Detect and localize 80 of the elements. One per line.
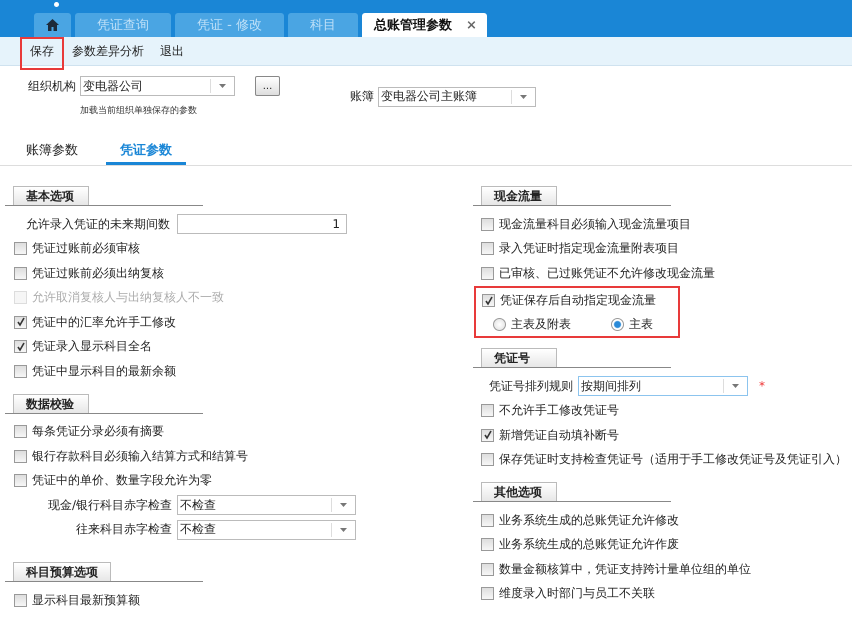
checkbox[interactable] [481,538,494,552]
checkbox[interactable] [14,340,27,354]
browse-button[interactable]: ... [255,76,280,96]
checkbox[interactable] [481,587,494,600]
checkbox-label: 录入凭证时指定现金流量附表项目 [499,240,679,258]
hint-text: 加载当前组织单独保存的参数 [80,104,198,117]
toolbar-button[interactable]: 参数差异分析 [64,37,152,65]
tab[interactable]: 总账管理参数 × [362,13,487,37]
required-marker: * [759,379,765,394]
section-title: 现金流量 [481,186,557,205]
section-title: 科目预算选项 [13,562,111,581]
checkbox[interactable] [482,294,495,308]
checkbox[interactable] [14,242,27,256]
checkbox-label: 现金流量科目必须输入现金流量项目 [499,216,691,233]
dropdown-field[interactable]: 不检查 [177,520,356,540]
dropdown-arrow-icon[interactable] [520,94,527,98]
checkbox-label: 凭证中的汇率允许手工修改 [32,314,176,331]
checkbox[interactable] [14,594,27,607]
section-title: 数据校验 [13,394,89,412]
radio-label: 主表及附表 [511,316,571,332]
checkbox[interactable] [481,453,494,466]
close-icon[interactable]: × [466,18,477,32]
field-label: 组织机构 [28,78,76,94]
checkbox-label: 每条凭证分录必须有摘要 [32,423,164,440]
home-icon [46,19,59,31]
checkbox-label: 凭证保存后自动指定现金流量 [500,292,656,310]
dropdown-field[interactable]: 不检查 [177,495,356,516]
dropdown-arrow-icon[interactable] [732,384,739,388]
section-title: 其他选项 [481,482,557,501]
tab[interactable]: 账簿参数 [26,141,78,165]
checkbox-label: 凭证中显示科目的最新余额 [32,362,176,380]
checkbox-label: 数量金额核算中，凭证支持跨计量单位组的单位 [499,560,751,578]
checkbox-label: 业务系统生成的总账凭证允许作废 [499,536,679,554]
checkbox-label: 凭证中的单价、数量字段允许为零 [32,472,212,490]
checkbox-label: 凭证过账前必须出纳复核 [32,264,164,282]
radio-button[interactable] [493,318,506,330]
checkbox[interactable] [14,450,27,463]
checkbox-label: 业务系统生成的总账凭证允许修改 [499,512,679,529]
field-label: 账簿 [350,88,374,105]
checkbox[interactable] [481,428,494,442]
checkbox[interactable] [481,242,494,256]
radio-button[interactable] [611,318,624,330]
toolbar-button[interactable]: 保存 [20,37,64,70]
checkbox-label: 保存凭证时支持检查凭证号（适用于手工修改凭证号及凭证引入） [499,451,847,468]
checkbox[interactable] [14,364,27,378]
toolbar-button[interactable]: 退出 [152,37,192,65]
checkbox-label: 维度录入时部门与员工不关联 [499,585,655,602]
dropdown-arrow-icon[interactable] [340,528,347,532]
checkbox-label: 新增凭证自动填补断号 [499,426,619,444]
checkbox[interactable] [481,404,494,418]
checkbox[interactable] [14,316,27,329]
dropdown-arrow-icon[interactable] [340,503,347,508]
checkbox[interactable] [14,425,27,438]
dropdown-field[interactable]: 按期间排列 [578,376,748,396]
field-label: 现金/银行科目赤字检查 [46,496,172,514]
dropdown-arrow-icon[interactable] [219,84,226,88]
dropdown-field[interactable]: 变电器公司 [80,76,235,96]
section-title: 基本选项 [13,186,89,205]
tab[interactable]: 凭证参数 [106,141,186,165]
checkbox-label: 不允许手工修改凭证号 [499,402,619,420]
checkbox-label: 凭证录入显示科目全名 [32,338,152,356]
checkbox-label: 允许取消复核人与出纳复核人不一致 [32,289,224,306]
checkbox-label: 已审核、已过账凭证不允许修改现金流量 [499,264,715,282]
checkbox[interactable] [481,562,494,576]
section-title: 凭证号 [481,348,557,367]
checkbox-label: 显示科目最新预算额 [32,592,140,609]
checkbox[interactable] [481,514,494,527]
home-tab[interactable] [34,13,71,37]
field-label: 凭证号排列规则 [489,378,573,395]
checkbox[interactable] [14,474,27,488]
checkbox-label: 银行存款科目必须输入结算方式和结算号 [32,448,248,465]
field-label: 往来科目赤字检查 [75,521,172,538]
field-label: 允许录入凭证的未来期间数 [26,216,170,233]
checkbox[interactable] [481,218,494,231]
checkbox[interactable] [14,266,27,280]
dropdown-field[interactable]: 变电器公司主账簿 [378,86,536,106]
checkbox[interactable] [481,266,494,280]
number-field[interactable]: 1 [177,214,347,234]
radio-label: 主表 [629,316,653,332]
checkbox-label: 凭证过账前必须审核 [32,240,140,258]
